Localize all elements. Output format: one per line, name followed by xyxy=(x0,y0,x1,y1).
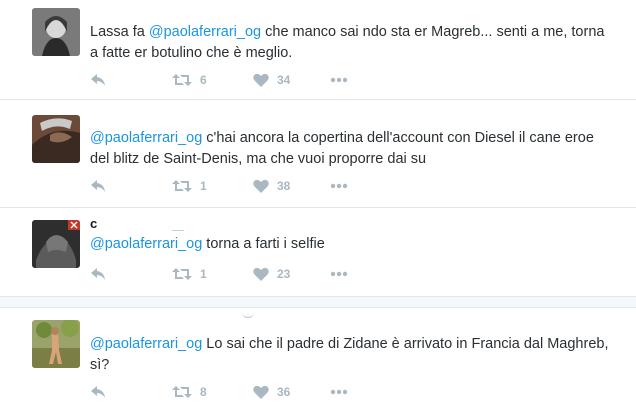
avatar[interactable] xyxy=(32,8,80,56)
like-button[interactable]: 34 xyxy=(253,71,290,89)
tweet-text: @paolaferrari_og torna a farti i selfie xyxy=(90,236,325,252)
like-count: 38 xyxy=(277,179,291,193)
tweet-text: @paolaferrari_og c'hai ancora la coperti… xyxy=(90,130,594,167)
redacted-name-mark xyxy=(242,311,254,318)
retweet-count: 1 xyxy=(200,179,207,193)
heart-icon xyxy=(253,179,269,193)
more-icon xyxy=(330,271,348,277)
retweet-button[interactable]: 6 xyxy=(172,71,207,89)
mention-link[interactable]: @paolaferrari_og xyxy=(90,236,202,252)
user-name[interactable]: c xyxy=(90,216,97,231)
heart-icon xyxy=(253,385,269,399)
mention-link[interactable]: @paolaferrari_og xyxy=(149,24,261,40)
more-button[interactable] xyxy=(330,383,348,401)
retweet-button[interactable]: 1 xyxy=(172,177,207,195)
tweet-actions: 8 36 xyxy=(90,383,390,401)
retweet-icon xyxy=(172,268,192,280)
retweet-icon xyxy=(172,74,192,86)
like-count: 23 xyxy=(277,267,291,281)
tweet-4[interactable]: @paolaferrari_og Lo sai che il padre di … xyxy=(0,308,636,414)
reply-icon xyxy=(91,180,105,192)
tweet-text: Lassa fa @paolaferrari_og che manco sai … xyxy=(90,24,605,61)
avatar[interactable] xyxy=(32,320,80,368)
tweet-actions: 1 23 xyxy=(90,265,390,283)
avatar[interactable] xyxy=(32,115,80,163)
retweet-count: 1 xyxy=(200,267,207,281)
like-count: 36 xyxy=(277,385,291,399)
retweet-count: 6 xyxy=(200,73,207,87)
retweet-count: 8 xyxy=(200,385,207,399)
mention-link[interactable]: @paolaferrari_og xyxy=(90,336,202,352)
reply-button[interactable] xyxy=(90,383,106,401)
tweet-text: @paolaferrari_og Lo sai che il padre di … xyxy=(90,336,609,373)
heart-icon xyxy=(253,267,269,281)
reply-button[interactable] xyxy=(90,265,106,283)
more-icon xyxy=(330,389,348,395)
reply-button[interactable] xyxy=(90,177,106,195)
redacted-name-mark xyxy=(172,230,184,231)
tweet-1[interactable]: Lassa fa @paolaferrari_og che manco sai … xyxy=(0,0,636,99)
retweet-icon xyxy=(172,180,192,192)
more-icon xyxy=(330,183,348,189)
avatar[interactable] xyxy=(32,220,80,268)
more-button[interactable] xyxy=(330,71,348,89)
section-gap xyxy=(0,296,636,308)
tweet-actions: 1 38 xyxy=(90,177,390,195)
tweet-2[interactable]: @paolaferrari_og c'hai ancora la coperti… xyxy=(0,100,636,207)
reply-icon xyxy=(91,386,105,398)
reply-button[interactable] xyxy=(90,71,106,89)
like-button[interactable]: 36 xyxy=(253,383,290,401)
reply-icon xyxy=(91,74,105,86)
more-button[interactable] xyxy=(330,265,348,283)
retweet-icon xyxy=(172,386,192,398)
tweet-actions: 6 34 xyxy=(90,71,390,89)
more-button[interactable] xyxy=(330,177,348,195)
tweet-3[interactable]: c @paolaferrari_og torna a farti i selfi… xyxy=(0,208,636,296)
like-count: 34 xyxy=(277,73,291,87)
more-icon xyxy=(330,77,348,83)
retweet-button[interactable]: 1 xyxy=(172,265,207,283)
retweet-button[interactable]: 8 xyxy=(172,383,207,401)
mention-link[interactable]: @paolaferrari_og xyxy=(90,130,202,146)
heart-icon xyxy=(253,73,269,87)
like-button[interactable]: 23 xyxy=(253,265,290,283)
reply-icon xyxy=(91,268,105,280)
like-button[interactable]: 38 xyxy=(253,177,290,195)
